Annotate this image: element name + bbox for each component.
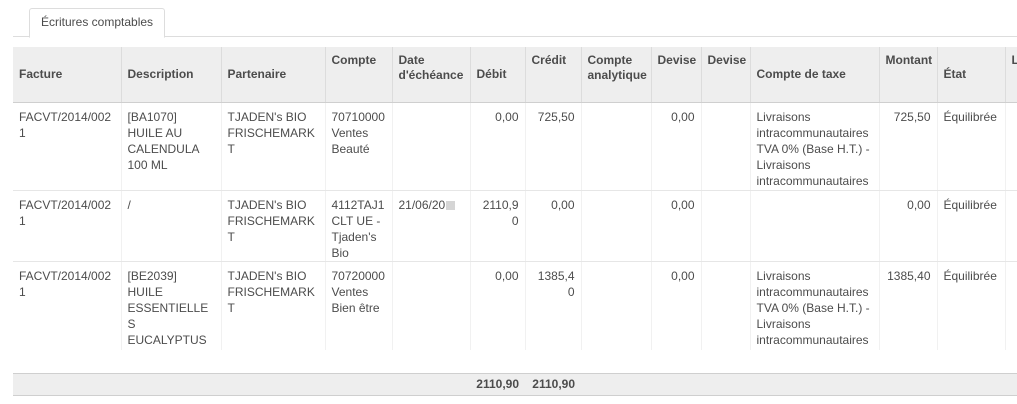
- cell-credit: 1385,40: [524, 261, 581, 350]
- total-credit: 2110,90: [532, 377, 575, 391]
- cell-etat: Équilibrée: [936, 102, 1005, 191]
- cell-montant: 0,00: [878, 190, 937, 262]
- cell-date-echeance: [391, 261, 470, 350]
- totals-table: 2110,90 2110,90: [13, 374, 1017, 395]
- column-header-devise[interactable]: Devise: [650, 47, 701, 103]
- cell-partenaire: TJADEN's BIO FRISCHEMARKT: [220, 102, 325, 191]
- column-header-etat[interactable]: État: [936, 47, 1005, 103]
- cell-date-echeance: [391, 102, 470, 191]
- table-row[interactable]: FACVT/2014/0021 [BE2039] HUILE ESSENTIEL…: [13, 261, 1017, 350]
- cell-devise: 0,00: [650, 190, 701, 262]
- cell-etat: Équilibrée: [936, 261, 1005, 350]
- totals-row: 2110,90 2110,90: [13, 374, 1017, 395]
- cell-devise-2: [700, 190, 750, 262]
- column-header-facture[interactable]: Facture: [13, 47, 121, 103]
- table-row[interactable]: FACVT/2014/0021 [BA1070] HUILE AU CALEND…: [13, 102, 1017, 191]
- cell-partenaire: TJADEN's BIO FRISCHEMARKT: [220, 190, 325, 262]
- cell-compte-de-taxe: [749, 190, 879, 262]
- cell-compte: 4112TAJ1 CLT UE - Tjaden's Bio: [324, 190, 392, 262]
- column-header-date-echeance[interactable]: Date d'échéance: [391, 47, 470, 103]
- cell-etat: Équilibrée: [936, 190, 1005, 262]
- cell-compte-analytique: [580, 261, 651, 350]
- cell-compte: 70710000 Ventes Beauté: [324, 102, 392, 191]
- column-header-description[interactable]: Description: [120, 47, 221, 103]
- redacted-mark: [446, 200, 456, 210]
- column-header-devise-2[interactable]: Devise: [700, 47, 750, 103]
- cell-montant: 1385,40: [878, 261, 937, 350]
- cell-credit: 725,50: [524, 102, 581, 191]
- tab-ecritures-comptables[interactable]: Écritures comptables: [29, 8, 166, 38]
- column-header-extra[interactable]: Le: [1004, 47, 1017, 103]
- table-row[interactable]: FACVT/2014/0021 / TJADEN's BIO FRISCHEMA…: [13, 190, 1017, 262]
- table-header-row: Facture Description Partenaire Compte Da…: [13, 47, 1017, 103]
- column-header-compte-analytique[interactable]: Compte analytique: [580, 47, 651, 103]
- cell-debit: 0,00: [469, 261, 525, 350]
- cell-compte-analytique: [580, 102, 651, 191]
- cell-description: /: [120, 190, 221, 262]
- cell-extra: [1004, 261, 1017, 350]
- column-header-compte[interactable]: Compte: [324, 47, 392, 103]
- cell-extra: [1004, 190, 1017, 262]
- cell-facture: FACVT/2014/0021: [13, 190, 121, 262]
- cell-date-echeance: 21/06/20: [391, 190, 470, 262]
- cell-devise: 0,00: [650, 261, 701, 350]
- cell-devise-2: [700, 102, 750, 191]
- date-value: 21/06/20: [398, 197, 446, 212]
- journal-items-table: Facture Description Partenaire Compte Da…: [13, 47, 1017, 350]
- cell-debit: 0,00: [469, 102, 525, 191]
- column-header-debit[interactable]: Débit: [469, 47, 525, 103]
- cell-facture: FACVT/2014/0021: [13, 102, 121, 191]
- cell-description: [BE2039] HUILE ESSENTIELLES EUCALYPTUS R…: [120, 261, 221, 350]
- totals-footer: 2110,90 2110,90: [13, 373, 1017, 396]
- column-header-compte-de-taxe[interactable]: Compte de taxe: [749, 47, 879, 103]
- cell-compte-de-taxe: Livraisons intracommunautaires TVA 0% (B…: [749, 102, 879, 191]
- cell-devise-2: [700, 261, 750, 350]
- cell-description: [BA1070] HUILE AU CALENDULA 100 ML: [120, 102, 221, 191]
- column-header-partenaire[interactable]: Partenaire: [220, 47, 325, 103]
- column-header-montant[interactable]: Montant: [878, 47, 937, 103]
- cell-partenaire: TJADEN's BIO FRISCHEMARKT: [220, 261, 325, 350]
- cell-extra: [1004, 102, 1017, 191]
- cell-montant: 725,50: [878, 102, 937, 191]
- cell-devise: 0,00: [650, 102, 701, 191]
- cell-compte: 70720000 Ventes Bien être: [324, 261, 392, 350]
- column-header-credit[interactable]: Crédit: [524, 47, 581, 103]
- journal-items-grid: Facture Description Partenaire Compte Da…: [13, 47, 1017, 350]
- cell-compte-analytique: [580, 190, 651, 262]
- cell-credit: 0,00: [524, 190, 581, 262]
- cell-compte-de-taxe: Livraisons intracommunautaires TVA 0% (B…: [749, 261, 879, 350]
- tab-bar: Écritures comptables: [13, 0, 1017, 38]
- total-debit: 2110,90: [476, 377, 519, 391]
- cell-facture: FACVT/2014/0021: [13, 261, 121, 350]
- cell-debit: 2110,90: [469, 190, 525, 262]
